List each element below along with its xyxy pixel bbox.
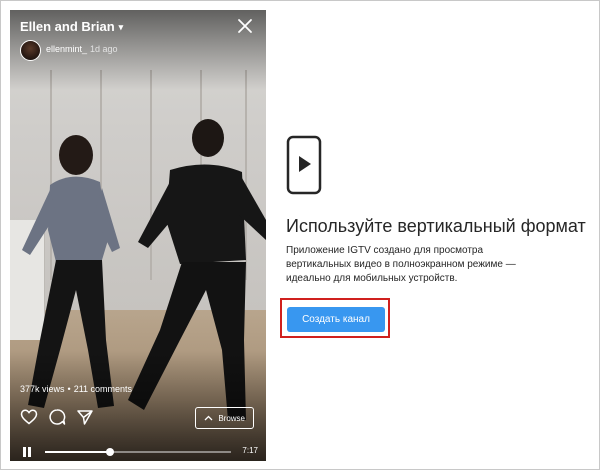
comments-count[interactable]: 211 comments	[74, 384, 132, 394]
pause-icon[interactable]	[23, 447, 32, 457]
app-window: Ellen and Brian ▾ ellenmint_ 1d ago 377k v…	[0, 0, 600, 470]
stats-separator: •	[67, 384, 71, 394]
comment-icon[interactable]	[48, 408, 66, 426]
promo-description: Приложение IGTV создано для просмотра ве…	[286, 245, 516, 284]
create-channel-button[interactable]: Создать канал	[287, 307, 385, 332]
username-link[interactable]: ellenmint_	[46, 44, 87, 54]
chevron-up-icon	[204, 415, 213, 421]
phone-play-icon	[286, 135, 322, 195]
posted-time: 1d ago	[90, 44, 118, 54]
progress-fill	[45, 451, 111, 453]
heart-icon[interactable]	[20, 408, 38, 426]
avatar[interactable]	[20, 40, 41, 61]
video-player[interactable]: Ellen and Brian ▾ ellenmint_ 1d ago 377k v…	[10, 10, 266, 461]
video-title[interactable]: Ellen and Brian ▾	[20, 19, 123, 34]
share-icon[interactable]	[76, 408, 94, 426]
player-controls: 7:17	[10, 443, 266, 461]
progress-knob[interactable]	[106, 448, 115, 456]
browse-button[interactable]: Browse	[195, 407, 254, 429]
views-count: 377k views	[20, 384, 65, 394]
close-icon[interactable]	[236, 17, 254, 35]
author-line: ellenmint_ 1d ago	[46, 44, 118, 54]
progress-bar[interactable]	[45, 448, 231, 456]
video-actions	[20, 408, 94, 426]
browse-label: Browse	[218, 413, 245, 423]
promo-heading: Используйте вертикальный формат	[286, 216, 586, 236]
video-stats: 377k views • 211 comments	[20, 384, 132, 394]
video-title-text: Ellen and Brian	[20, 19, 115, 34]
video-duration: 7:17	[242, 446, 258, 455]
chevron-down-icon: ▾	[118, 22, 124, 32]
